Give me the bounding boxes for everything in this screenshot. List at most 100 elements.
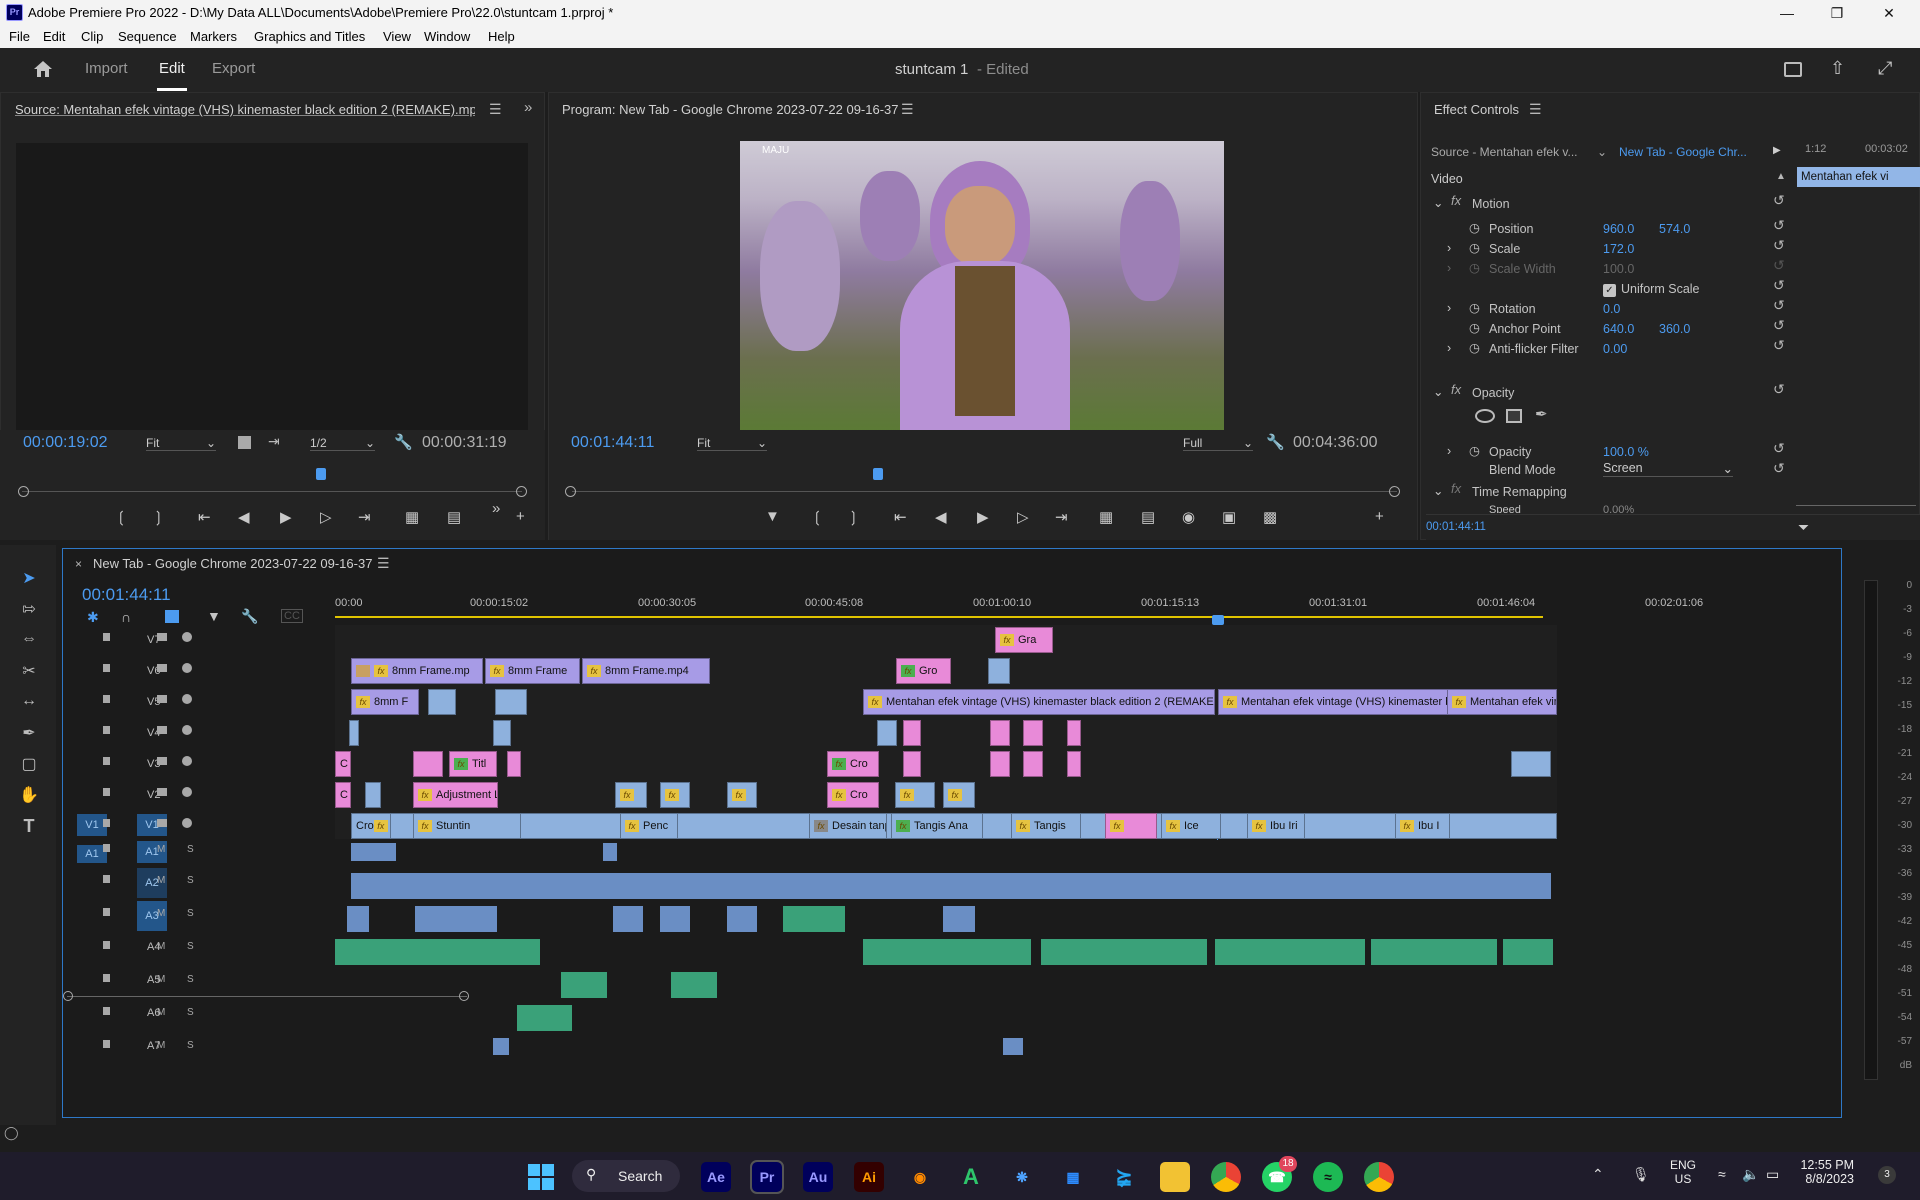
- clip-v2[interactable]: C: [335, 782, 351, 808]
- goto-out-icon[interactable]: ⇥: [1055, 508, 1068, 526]
- rectangle-tool-icon[interactable]: ▢: [17, 754, 41, 778]
- menu-clip[interactable]: Clip: [81, 29, 103, 44]
- clip-v1[interactable]: fx: [1105, 813, 1157, 839]
- track-select-tool-icon[interactable]: ⇰: [17, 599, 41, 623]
- audio-clip-a3[interactable]: [783, 906, 845, 932]
- vr-icon[interactable]: ▩: [1263, 508, 1277, 526]
- minimize-button[interactable]: —: [1765, 0, 1809, 26]
- camera-icon[interactable]: ◉: [1182, 508, 1195, 526]
- reset-icon[interactable]: ↺: [1773, 317, 1785, 334]
- taskbar-search[interactable]: ⚲ Search: [572, 1160, 680, 1192]
- timeline-zoom-bar[interactable]: [67, 996, 467, 997]
- effect-footer-timecode[interactable]: 00:01:44:11: [1426, 521, 1486, 533]
- filter-icon[interactable]: ⏷: [1798, 519, 1809, 536]
- work-area-bar[interactable]: [335, 616, 1543, 618]
- slip-tool-icon[interactable]: ↔: [17, 692, 41, 716]
- language-indicator[interactable]: ENG US: [1670, 1158, 1696, 1186]
- disclosure-icon[interactable]: ›: [1447, 241, 1451, 255]
- audition-icon[interactable]: Au: [803, 1162, 833, 1192]
- extract-icon[interactable]: ▤: [1141, 508, 1155, 526]
- effect-controls-title[interactable]: Effect Controls: [1434, 102, 1519, 117]
- disclosure-icon[interactable]: ›: [1447, 444, 1451, 458]
- clip-v4[interactable]: [990, 720, 1010, 746]
- clip-v2[interactable]: fx Cro: [827, 782, 879, 808]
- source-title[interactable]: Source: Mentahan efek vintage (VHS) kine…: [15, 102, 475, 117]
- tab-import[interactable]: Import: [85, 60, 128, 77]
- clip-v5[interactable]: fx 8mm F: [351, 689, 419, 715]
- position-y[interactable]: 574.0: [1659, 222, 1690, 236]
- file-explorer-icon[interactable]: [1160, 1162, 1190, 1192]
- more-chevron-icon[interactable]: »: [492, 500, 500, 517]
- clock[interactable]: 12:55 PM 8/8/2023: [1792, 1158, 1854, 1186]
- clip-v4[interactable]: [1023, 720, 1043, 746]
- wrench-icon[interactable]: 🔧: [394, 433, 413, 451]
- panel-menu-icon[interactable]: ☰: [377, 555, 390, 572]
- rectangle-mask-icon[interactable]: [1506, 409, 1522, 423]
- reset-icon[interactable]: ↺: [1773, 192, 1785, 209]
- audio-clip-a4[interactable]: [1503, 939, 1553, 965]
- clip-v2[interactable]: fx: [727, 782, 757, 808]
- mark-in-icon[interactable]: ❲: [811, 508, 824, 526]
- wrench-icon[interactable]: 🔧: [241, 608, 258, 625]
- audio-clip-a1[interactable]: [603, 843, 617, 861]
- step-back-icon[interactable]: ◀: [238, 508, 250, 526]
- blend-mode-dropdown[interactable]: Screen ⌄: [1603, 461, 1733, 477]
- disclosure-icon[interactable]: ›: [1447, 261, 1451, 275]
- reset-icon[interactable]: ↺: [1773, 460, 1785, 477]
- program-fit-dropdown[interactable]: Fit ⌄: [697, 436, 767, 451]
- audio-clip-a4[interactable]: [1371, 939, 1497, 965]
- menu-markers[interactable]: Markers: [190, 29, 237, 44]
- audio-clip-a3[interactable]: [943, 906, 975, 932]
- stopwatch-icon[interactable]: ◷: [1469, 220, 1480, 235]
- volume-icon[interactable]: 🔈: [1742, 1166, 1759, 1183]
- menu-sequence[interactable]: Sequence: [118, 29, 177, 44]
- clip-v3[interactable]: [1067, 751, 1081, 777]
- clip-v1[interactable]: fx Tangis Ana: [891, 813, 983, 839]
- store-icon[interactable]: ▦: [1058, 1162, 1088, 1192]
- panel-menu-icon[interactable]: ☰: [1529, 101, 1542, 118]
- mark-in-icon[interactable]: ❲: [115, 508, 128, 526]
- time-ruler[interactable]: 00:00 00:00:15:02 00:00:30:05 00:00:45:0…: [335, 597, 1703, 621]
- clip-v2[interactable]: fx: [615, 782, 647, 808]
- step-forward-icon[interactable]: ▷: [1017, 508, 1029, 526]
- source-res-dropdown[interactable]: 1/2 ⌄: [310, 436, 375, 451]
- audio-clip-a6[interactable]: [517, 1005, 572, 1031]
- audio-clip-a7[interactable]: [1003, 1038, 1023, 1055]
- play-icon[interactable]: ▶: [977, 508, 989, 526]
- chevron-down-icon[interactable]: ⌄: [1597, 145, 1607, 159]
- clip-v1[interactable]: fx Ibu I: [1395, 813, 1450, 839]
- chrome-icon[interactable]: [1364, 1162, 1394, 1192]
- snap-nested-icon[interactable]: ✱: [87, 609, 99, 626]
- stopwatch-icon[interactable]: ◷: [1469, 320, 1480, 335]
- reset-icon[interactable]: ↺: [1773, 277, 1785, 294]
- add-button-icon[interactable]: +: [516, 508, 525, 525]
- captions-icon[interactable]: CC: [281, 609, 303, 623]
- add-button-icon[interactable]: +: [1375, 508, 1384, 525]
- audio-clip-a4[interactable]: [863, 939, 1031, 965]
- opacity-value[interactable]: 100.0 %: [1603, 445, 1649, 459]
- menu-graphics[interactable]: Graphics and Titles: [254, 29, 365, 44]
- windows-start-icon[interactable]: [528, 1164, 554, 1190]
- clip-v3[interactable]: [413, 751, 443, 777]
- tab-edit[interactable]: Edit: [159, 60, 185, 77]
- source-playhead[interactable]: [316, 468, 326, 480]
- clip-v5[interactable]: [428, 689, 456, 715]
- vscode-icon[interactable]: ⪶: [1109, 1162, 1139, 1192]
- audio-clip-a5[interactable]: [671, 972, 717, 998]
- play-only-icon[interactable]: ▶: [1773, 145, 1781, 156]
- audio-clip-a4[interactable]: [335, 939, 540, 965]
- audio-clip-a3[interactable]: [660, 906, 690, 932]
- share-icon[interactable]: ⇧: [1830, 58, 1845, 79]
- step-back-icon[interactable]: ◀: [935, 508, 947, 526]
- home-icon[interactable]: [32, 59, 54, 79]
- clip-v6[interactable]: fx Gro: [896, 658, 951, 684]
- audio-clip-a2[interactable]: [351, 873, 1551, 899]
- menu-file[interactable]: File: [9, 29, 30, 44]
- program-scrubber[interactable]: [572, 491, 1397, 492]
- audio-clip-a7[interactable]: [493, 1038, 509, 1055]
- clip-v3[interactable]: [1511, 751, 1551, 777]
- mark-out-icon[interactable]: ❳: [152, 508, 165, 526]
- menu-edit[interactable]: Edit: [43, 29, 65, 44]
- clip-v4[interactable]: [493, 720, 511, 746]
- clip-v5[interactable]: fx Mentahan efek vintage (VHS) kinemaster…: [863, 689, 1215, 715]
